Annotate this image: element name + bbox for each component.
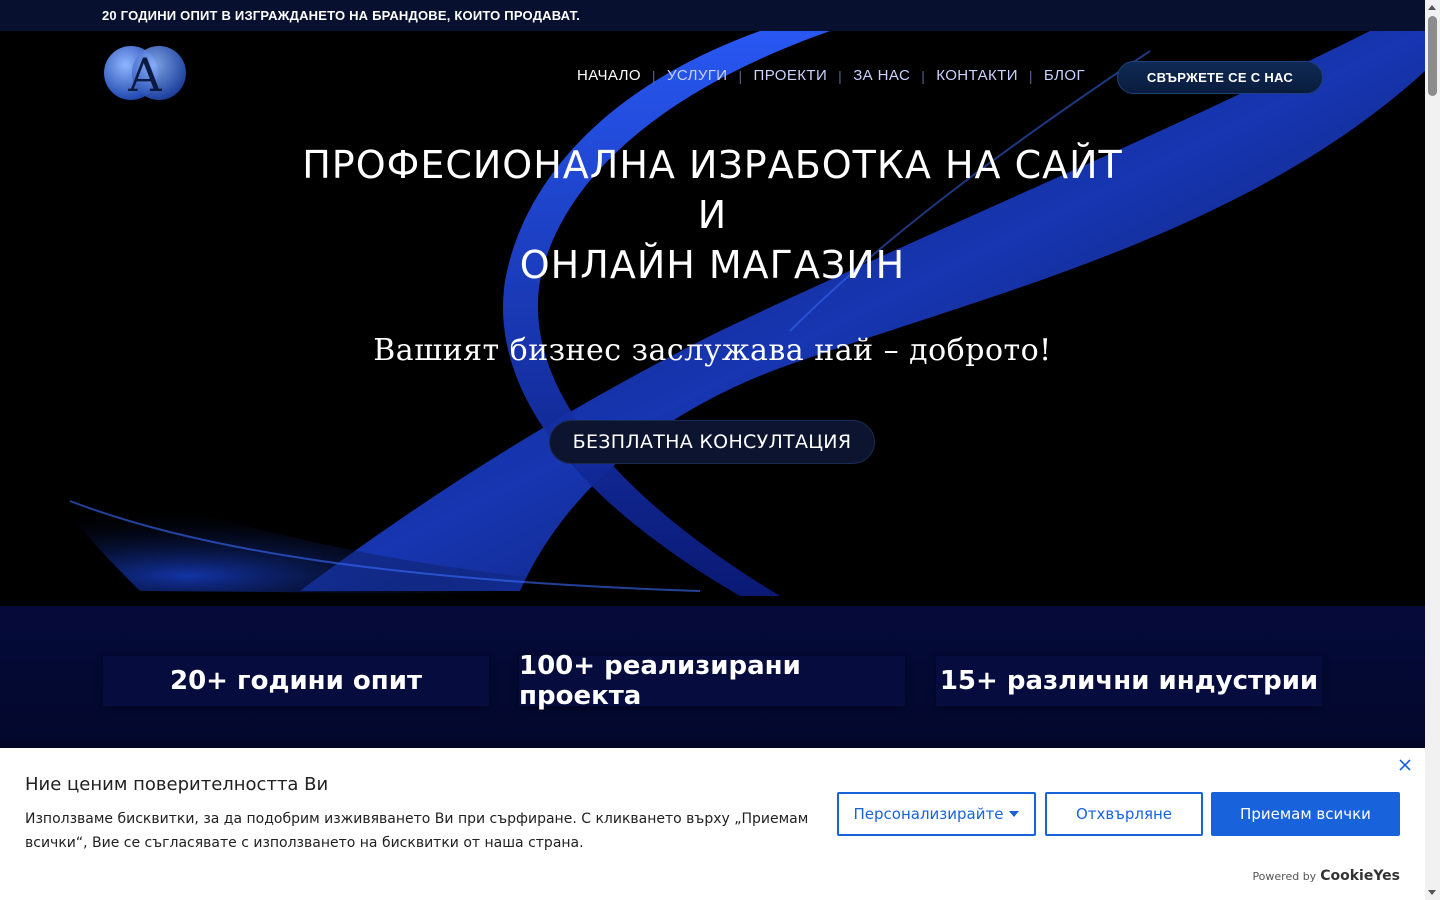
nav-services[interactable]: УСЛУГИ: [656, 67, 739, 84]
scrollbar-thumb[interactable]: [1428, 16, 1437, 96]
customize-button[interactable]: Персонализирайте: [837, 792, 1036, 836]
stat-industries: 15+ различни индустрии: [936, 656, 1322, 706]
stats-section: 20+ години опит 100+ реализирани проекта…: [0, 606, 1425, 748]
hero-subtitle: Вашият бизнес заслужава най – доброто!: [373, 333, 1052, 368]
hero-headline: ПРОФЕСИОНАЛНА ИЗРАБОТКА НА САЙТ И ОНЛАЙН…: [0, 140, 1425, 290]
headline-line-2: И: [697, 193, 728, 237]
headline-line-3: ОНЛАЙН МАГАЗИН: [519, 243, 906, 287]
headline-line-1: ПРОФЕСИОНАЛНА ИЗРАБОТКА НА САЙТ: [302, 143, 1123, 187]
cookieyes-brand[interactable]: CookieYes: [1320, 868, 1400, 884]
stat-projects: 100+ реализирани проекта: [519, 651, 905, 711]
hero-section: A НАЧАЛО | УСЛУГИ | ПРОЕКТИ | ЗА НАС | К…: [0, 31, 1425, 606]
scroll-up-arrow-icon[interactable]: [1428, 5, 1436, 10]
nav-about[interactable]: ЗА НАС: [842, 67, 921, 84]
cookie-title: Ние ценим поверителността Ви: [25, 774, 329, 795]
stat-experience: 20+ години опит: [103, 656, 489, 706]
logo[interactable]: A: [103, 44, 187, 102]
nav-contacts[interactable]: КОНТАКТИ: [925, 67, 1029, 84]
free-consultation-button[interactable]: БЕЗПЛАТНА КОНСУЛТАЦИЯ: [549, 420, 875, 464]
nav-projects[interactable]: ПРОЕКТИ: [743, 67, 839, 84]
reject-button[interactable]: Отхвърляне: [1045, 792, 1203, 836]
announcement-text: 20 ГОДИНИ ОПИТ В ИЗГРАЖДАНЕТО НА БРАНДОВ…: [102, 8, 581, 23]
nav-home[interactable]: НАЧАЛО: [566, 67, 652, 84]
powered-by: Powered by CookieYes: [1252, 868, 1400, 884]
cookie-description: Използваме бисквитки, за да подобрим изж…: [25, 811, 809, 851]
page-scrollbar[interactable]: [1425, 0, 1440, 900]
main-navigation: НАЧАЛО | УСЛУГИ | ПРОЕКТИ | ЗА НАС | КОН…: [566, 67, 1096, 84]
nav-blog[interactable]: БЛОГ: [1033, 67, 1096, 84]
cookie-consent-banner: Ние ценим поверителността Ви Използваме …: [0, 748, 1425, 900]
svg-text:A: A: [127, 48, 162, 102]
contact-us-button[interactable]: СВЪРЖЕТЕ СЕ С НАС: [1117, 61, 1323, 94]
scroll-down-arrow-icon[interactable]: [1428, 890, 1436, 895]
logo-icon: A: [104, 46, 186, 102]
caret-down-icon: [1009, 811, 1020, 817]
top-announcement-bar: 20 ГОДИНИ ОПИТ В ИЗГРАЖДАНЕТО НА БРАНДОВ…: [0, 0, 1425, 31]
customize-label: Персонализирайте: [853, 805, 1004, 823]
close-icon[interactable]: [1398, 758, 1412, 772]
powered-by-label: Powered by: [1252, 870, 1317, 883]
accept-all-button[interactable]: Приемам всички: [1211, 792, 1400, 836]
hero-background-wave: [40, 31, 1425, 596]
